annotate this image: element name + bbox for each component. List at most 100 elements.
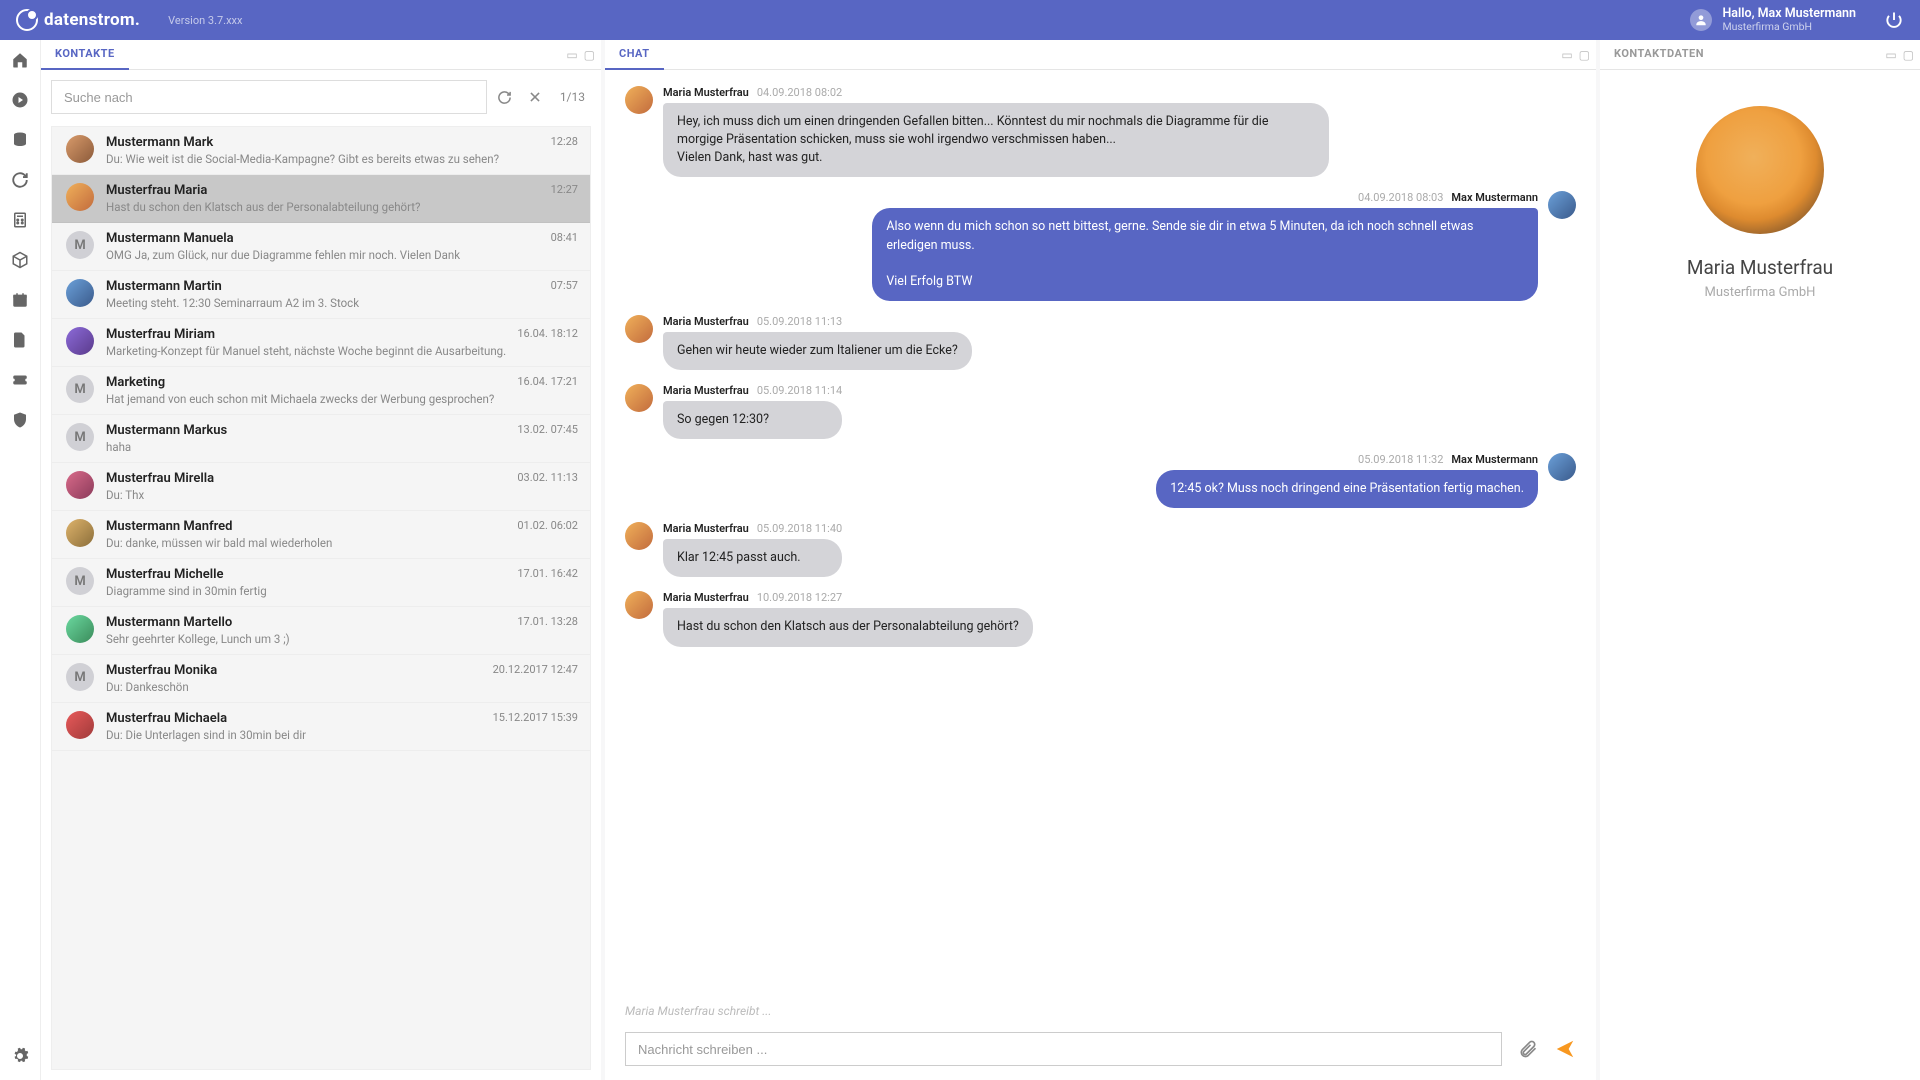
tab-kontaktdaten[interactable]: KONTAKTDATEN (1600, 40, 1718, 70)
avatar: M (66, 375, 94, 403)
refresh-icon[interactable] (10, 170, 30, 190)
message-bubble: 12:45 ok? Muss noch dringend eine Präsen… (1156, 470, 1538, 508)
message-author: Max Mustermann (1451, 453, 1538, 466)
message-timestamp: 04.09.2018 08:02 (757, 86, 842, 99)
contact-item[interactable]: MMustermann Markus13.02. 07:45haha (52, 415, 590, 463)
message-row: Maria Musterfrau10.09.2018 12:27Hast du … (625, 591, 1576, 646)
contact-preview: Du: Thx (106, 488, 578, 502)
search-input[interactable] (51, 80, 487, 114)
minimize-panel-icon[interactable]: ▭ (566, 48, 577, 62)
home-icon[interactable] (10, 50, 30, 70)
contact-avatar (1696, 106, 1824, 234)
contact-time: 07:57 (551, 279, 578, 294)
contact-item[interactable]: MMustermann Manuela08:41OMG Ja, zum Glüc… (52, 223, 590, 271)
maximize-panel-icon[interactable]: ▢ (1579, 48, 1590, 62)
contact-preview: Marketing-Konzept für Manuel steht, näch… (106, 344, 578, 358)
app-header: datenstrom. Version 3.7.xxx Hallo, Max M… (0, 0, 1920, 40)
cube-icon[interactable] (10, 250, 30, 270)
calendar-icon[interactable] (10, 290, 30, 310)
message-avatar (1548, 191, 1576, 219)
user-company: Musterfirma GmbH (1722, 21, 1856, 33)
user-block[interactable]: Hallo, Max Mustermann Musterfirma GmbH (1690, 7, 1856, 33)
contact-time: 01.02. 06:02 (517, 519, 578, 534)
minimize-panel-icon[interactable]: ▭ (1561, 48, 1572, 62)
contacts-panel: KONTAKTE ▭ ▢ 1/13 Mustermann Mark12:28D (41, 40, 601, 1080)
message-bubble: Gehen wir heute wieder zum Italiener um … (663, 332, 972, 370)
message-bubble: Hast du schon den Klatsch aus der Person… (663, 608, 1033, 646)
reload-icon[interactable] (497, 90, 512, 105)
message-row: Maria Musterfrau04.09.2018 08:02Hey, ich… (625, 86, 1576, 177)
avatar: M (66, 663, 94, 691)
contact-preview: Du: Die Unterlagen sind in 30min bei dir (106, 728, 578, 742)
contact-preview: haha (106, 440, 578, 454)
contact-item[interactable]: Musterfrau Michaela15.12.2017 15:39Du: D… (52, 703, 590, 751)
contact-name: Mustermann Manfred (106, 519, 233, 534)
message-timestamp: 05.09.2018 11:40 (757, 522, 842, 535)
contact-name: Mustermann Martin (106, 279, 222, 294)
contact-preview: Sehr geehrter Kollege, Lunch um 3 ;) (106, 632, 578, 646)
maximize-panel-icon[interactable]: ▢ (1903, 48, 1914, 62)
contact-item[interactable]: Musterfrau Mirella03.02. 11:13Du: Thx (52, 463, 590, 511)
message-avatar (625, 522, 653, 550)
contact-name: Mustermann Martello (106, 615, 232, 630)
contact-time: 20.12.2017 12:47 (493, 663, 578, 678)
contact-item[interactable]: Musterfrau Miriam16.04. 18:12Marketing-K… (52, 319, 590, 367)
contact-time: 17.01. 13:28 (517, 615, 578, 630)
message-timestamp: 05.09.2018 11:32 (1358, 453, 1443, 466)
minimize-panel-icon[interactable]: ▭ (1885, 48, 1896, 62)
send-button[interactable] (1554, 1038, 1576, 1060)
contact-preview: OMG Ja, zum Glück, nur due Diagramme feh… (106, 248, 578, 262)
contact-item[interactable]: Mustermann Mark12:28Du: Wie weit ist die… (52, 127, 590, 175)
contact-time: 16.04. 17:21 (517, 375, 578, 390)
result-count: 1/13 (560, 90, 585, 104)
contact-name: Musterfrau Mirella (106, 471, 214, 486)
contact-name: Mustermann Mark (106, 135, 213, 150)
maximize-panel-icon[interactable]: ▢ (584, 48, 595, 62)
contact-item[interactable]: M Musterfrau Monika 20.12.2017 12:47 Du: Da… (52, 655, 590, 703)
calculator-icon[interactable] (10, 210, 30, 230)
contact-preview: Meeting steht. 12:30 Seminarraum A2 im 3… (106, 296, 578, 310)
logo-icon (16, 9, 38, 31)
message-bubble: So gegen 12:30? (663, 401, 842, 439)
logout-button[interactable] (1884, 10, 1904, 30)
message-bubble: Klar 12:45 passt auch. (663, 539, 842, 577)
gear-icon[interactable] (10, 1046, 30, 1066)
contact-name: Musterfrau Monika (106, 663, 217, 678)
contact-preview: Du: Wie weit ist die Social-Media-Kampag… (106, 152, 578, 166)
close-icon[interactable] (528, 90, 542, 105)
message-author: Maria Musterfrau (663, 384, 749, 397)
avatar: M (66, 231, 94, 259)
message-author: Maria Musterfrau (663, 522, 749, 535)
contact-item[interactable]: Mustermann Martin 07:57 Meeting steht. 12:… (52, 271, 590, 319)
file-icon[interactable] (10, 330, 30, 350)
contact-item[interactable]: Mustermann Martello 17.01. 13:28 Sehr geeh… (52, 607, 590, 655)
contact-name: Musterfrau Miriam (106, 327, 215, 342)
message-avatar (625, 591, 653, 619)
tab-chat[interactable]: CHAT (605, 40, 664, 70)
contact-name: Mustermann Markus (106, 423, 227, 438)
user-avatar-icon (1690, 9, 1712, 31)
contact-item[interactable]: Musterfrau Maria12:27Hast du schon den K… (52, 175, 590, 223)
attach-button[interactable] (1518, 1039, 1538, 1059)
ticket-icon[interactable] (10, 370, 30, 390)
database-icon[interactable] (10, 130, 30, 150)
tab-kontakte[interactable]: KONTAKTE (41, 40, 129, 70)
message-timestamp: 05.09.2018 11:13 (757, 315, 842, 328)
contact-time: 13.02. 07:45 (517, 423, 578, 438)
contact-item[interactable]: Mustermann Manfred01.02. 06:02Du: danke,… (52, 511, 590, 559)
contact-item[interactable]: MMarketing16.04. 17:21Hat jemand von euc… (52, 367, 590, 415)
contact-item[interactable]: MMusterfrau Michelle17.01. 16:42Diagramm… (52, 559, 590, 607)
contact-list: Mustermann Mark12:28Du: Wie weit ist die… (51, 126, 591, 1070)
play-icon[interactable] (10, 90, 30, 110)
message-input[interactable] (625, 1032, 1502, 1066)
contact-time: 15.12.2017 15:39 (493, 711, 578, 726)
user-greeting: Hallo, Max Mustermann (1722, 7, 1856, 21)
message-row: Maria Musterfrau 05.09.2018 11:14 So gegen… (625, 384, 1576, 439)
message-row: 04.09.2018 08:03Max MustermannAlso wenn … (625, 191, 1576, 301)
contact-preview: Du: Dankeschön (106, 680, 578, 694)
message-author: Maria Musterfrau (663, 315, 749, 328)
message-timestamp: 05.09.2018 11:14 (757, 384, 842, 397)
contact-name: Mustermann Manuela (106, 231, 234, 246)
message-avatar (1548, 453, 1576, 481)
shield-icon[interactable] (10, 410, 30, 430)
